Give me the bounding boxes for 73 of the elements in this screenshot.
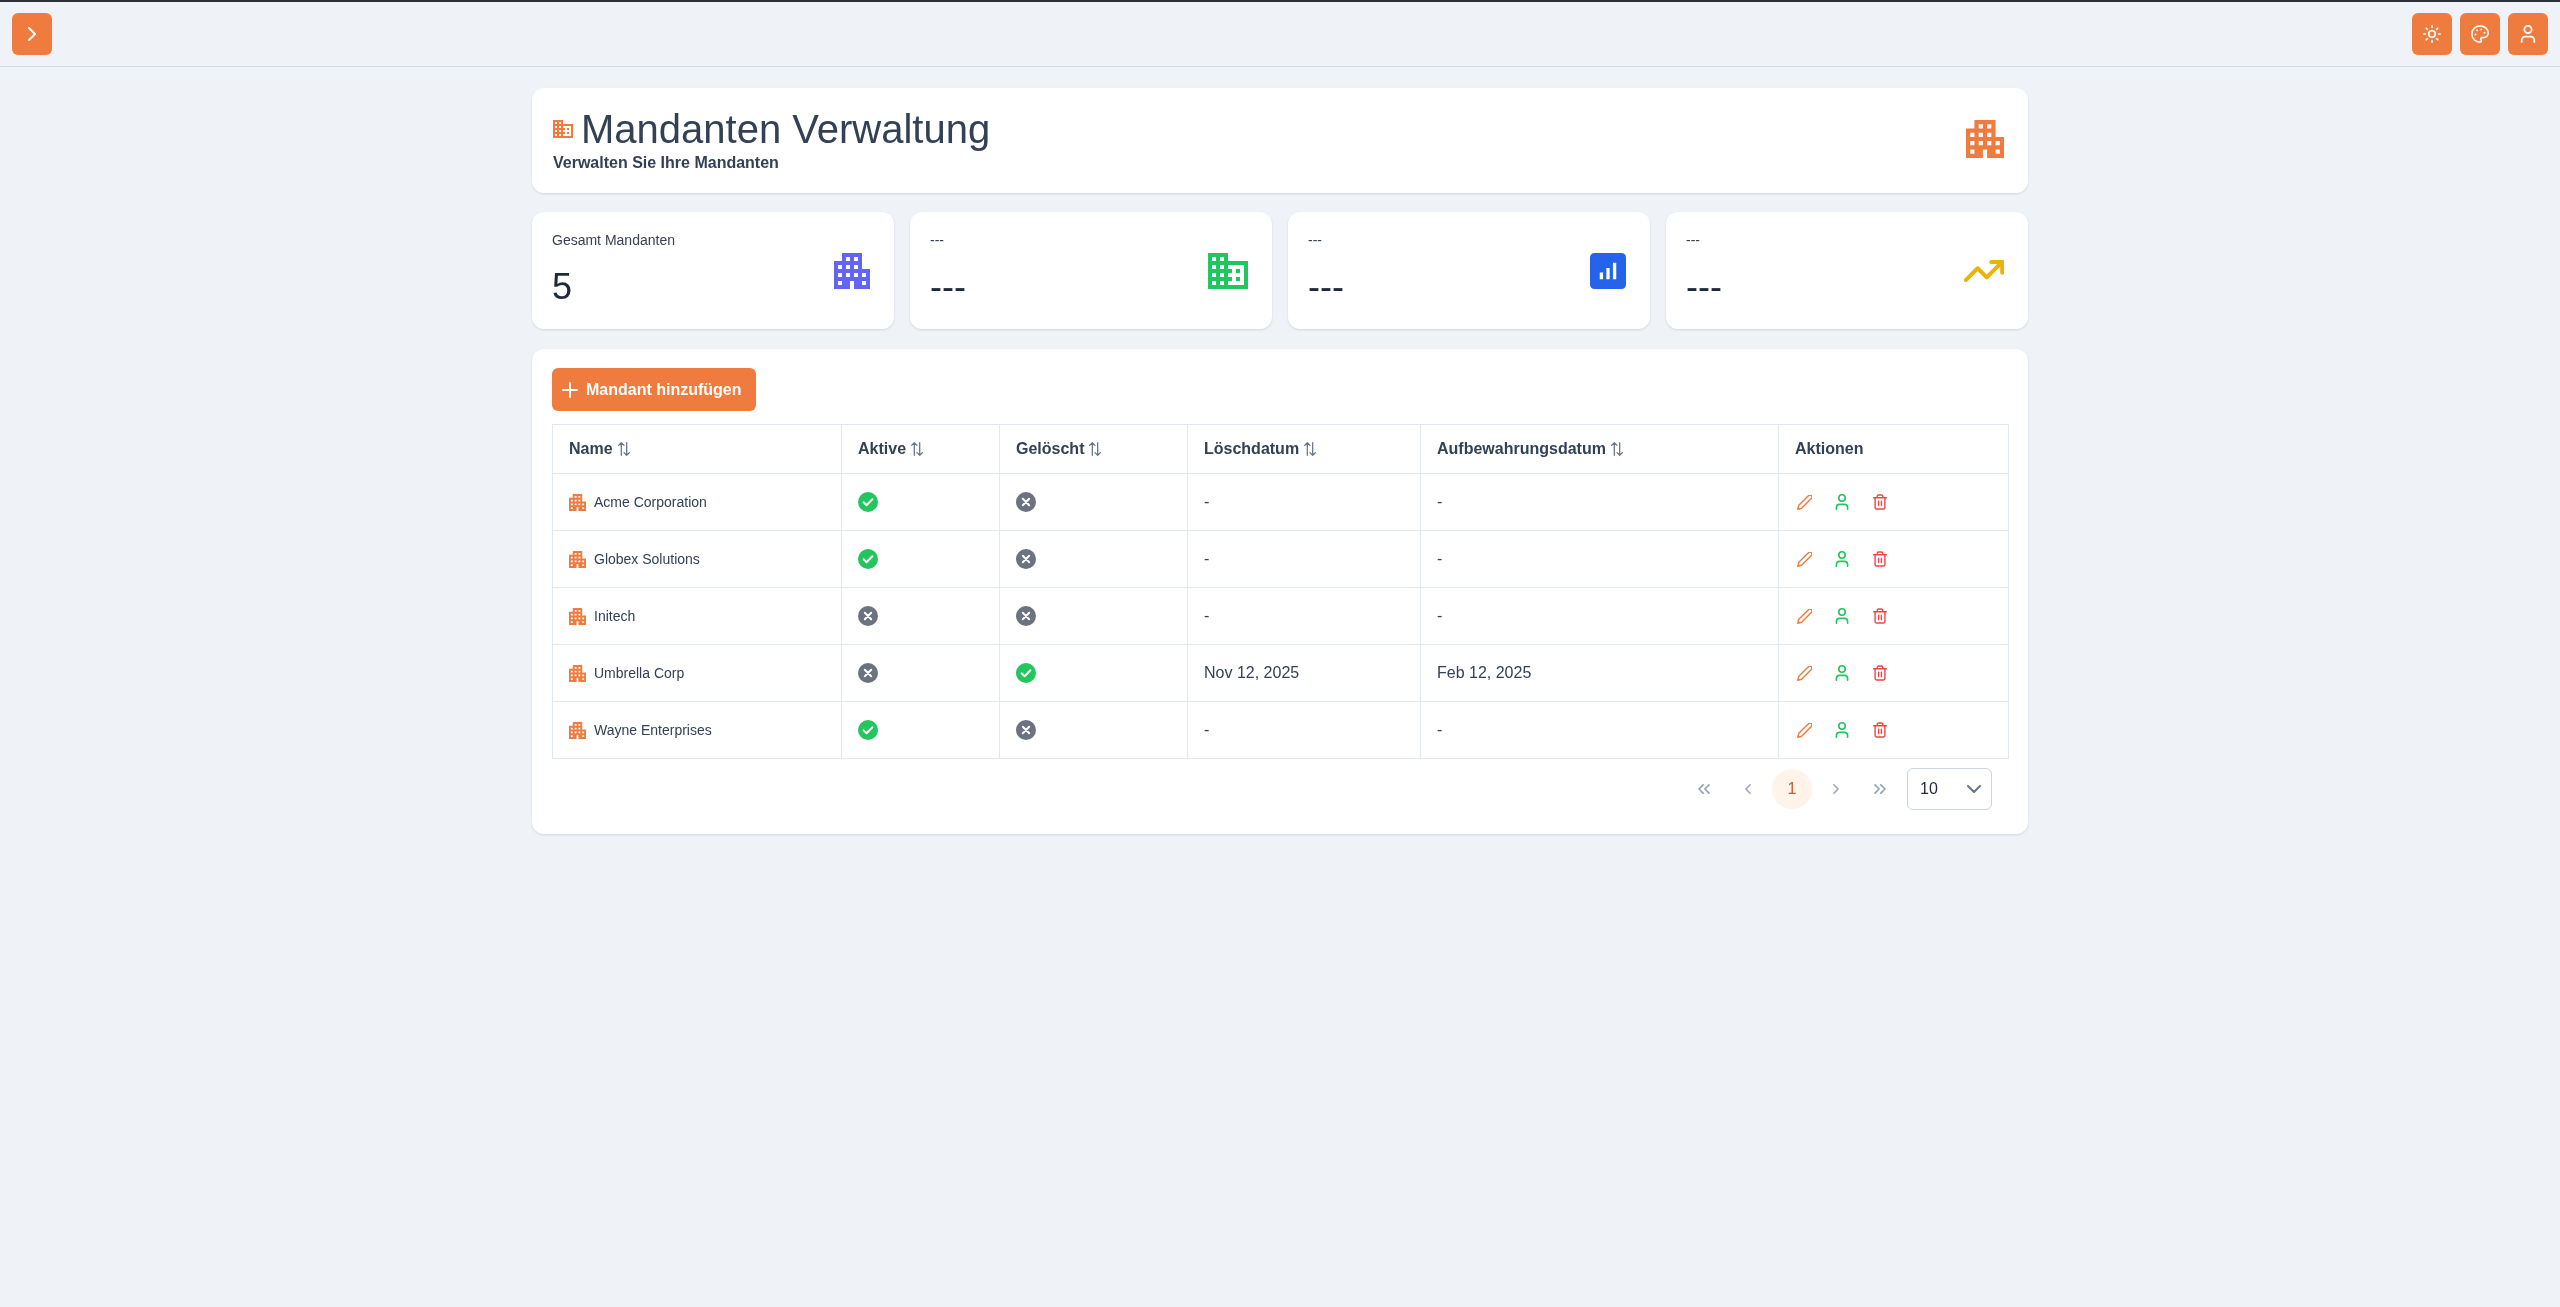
tenant-name: Acme Corporation xyxy=(594,493,707,511)
pencil-icon xyxy=(1796,494,1812,510)
plus-icon xyxy=(562,381,578,398)
trash-icon xyxy=(1873,494,1887,510)
sort-icon xyxy=(1610,442,1623,456)
page-button[interactable]: 1 xyxy=(1772,769,1812,809)
stat-value: --- xyxy=(930,265,966,309)
palette-icon xyxy=(2471,25,2489,43)
stat-value: --- xyxy=(1308,265,1344,309)
stat-label: --- xyxy=(1686,232,1701,248)
building-icon xyxy=(553,119,573,138)
column-header[interactable]: Aktive xyxy=(858,439,924,459)
trash-icon xyxy=(1873,722,1887,738)
sidebar-toggle-button[interactable] xyxy=(12,13,52,55)
user-icon xyxy=(1835,551,1849,567)
stat-label: --- xyxy=(1308,232,1323,248)
double-chevron-right-icon xyxy=(1874,784,1886,794)
chevron-right-icon xyxy=(1833,784,1839,794)
apartment-building-icon xyxy=(1966,119,2004,158)
deletion-date: - xyxy=(1204,493,1210,510)
retention-date: - xyxy=(1437,721,1443,738)
tenant-name: Wayne Enterprises xyxy=(594,721,712,739)
sort-icon xyxy=(911,442,924,456)
sun-icon xyxy=(2423,25,2441,43)
column-header: Aktionen xyxy=(1795,439,1864,459)
building-icon xyxy=(569,550,586,568)
palette-button[interactable] xyxy=(2460,13,2500,55)
pencil-icon xyxy=(1796,665,1812,681)
page-size-select[interactable]: 10 xyxy=(1907,768,1992,810)
building-icon xyxy=(569,493,586,511)
trash-icon xyxy=(1873,608,1887,624)
user-icon xyxy=(1835,608,1849,624)
building-icon xyxy=(569,607,586,625)
user-icon xyxy=(1835,722,1849,738)
trash-icon xyxy=(1873,551,1887,567)
column-header[interactable]: Löschdatum xyxy=(1204,439,1317,459)
deletion-date: Nov 12, 2025 xyxy=(1204,664,1300,681)
tenant-name: Globex Solutions xyxy=(594,550,700,568)
tenant-name: Initech xyxy=(594,607,636,625)
chevron-left-icon xyxy=(1745,784,1751,794)
user-icon xyxy=(1835,665,1849,681)
user-icon xyxy=(1835,494,1849,510)
page-title: Mandanten Verwaltung xyxy=(581,105,991,153)
deletion-date: - xyxy=(1204,721,1210,738)
stat-value: 5 xyxy=(552,265,574,309)
user-profile-button[interactable] xyxy=(2508,13,2548,55)
chevron-right-icon xyxy=(28,27,36,41)
retention-date: Feb 12, 2025 xyxy=(1437,664,1532,681)
retention-date: - xyxy=(1437,493,1443,510)
pencil-icon xyxy=(1796,551,1812,567)
column-header[interactable]: Gelöscht xyxy=(1016,439,1102,459)
deletion-date: - xyxy=(1204,607,1210,624)
sort-icon xyxy=(1089,442,1102,456)
pencil-icon xyxy=(1796,722,1812,738)
caret-icon xyxy=(1967,785,1981,793)
building-icon xyxy=(569,664,586,682)
page-subtitle: Verwalten Sie Ihre Mandanten xyxy=(553,152,780,173)
stat-label: Gesamt Mandanten xyxy=(552,232,675,248)
deletion-date: - xyxy=(1204,550,1210,567)
double-chevron-left-icon xyxy=(1698,784,1710,794)
stat-value: --- xyxy=(1686,265,1722,309)
building-icon xyxy=(569,721,586,739)
column-header[interactable]: Name xyxy=(569,439,630,459)
retention-date: - xyxy=(1437,607,1443,624)
trash-icon xyxy=(1873,665,1887,681)
stat-label: --- xyxy=(930,232,945,248)
sort-icon xyxy=(1304,442,1317,456)
retention-date: - xyxy=(1437,550,1443,567)
user-icon xyxy=(2519,25,2537,43)
theme-toggle-button[interactable] xyxy=(2412,13,2452,55)
pencil-icon xyxy=(1796,608,1812,624)
sort-icon xyxy=(617,442,630,456)
tenant-name: Umbrella Corp xyxy=(594,664,685,682)
